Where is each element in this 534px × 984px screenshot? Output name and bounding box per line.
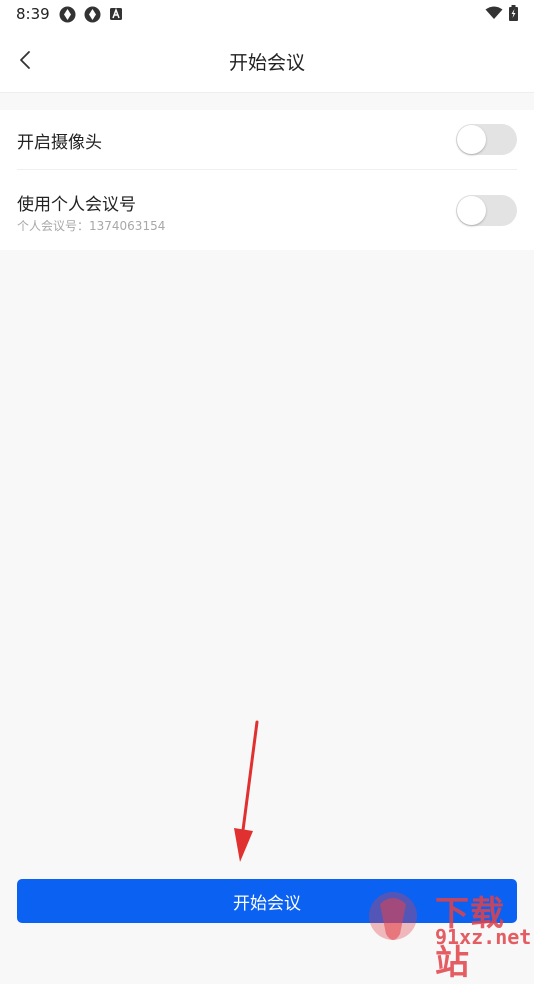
status-time: 8:39 xyxy=(16,5,50,23)
battery-icon xyxy=(509,5,518,21)
camera-setting-row: 开启摄像头 xyxy=(0,110,534,170)
camera-setting-label: 开启摄像头 xyxy=(17,133,102,153)
settings-list: 开启摄像头 使用个人会议号 个人会议号：1374063154 xyxy=(0,110,534,250)
notification-a-icon xyxy=(110,8,122,20)
aperture-icon xyxy=(84,6,101,23)
wifi-icon xyxy=(485,6,503,19)
toggle-knob xyxy=(457,196,486,225)
personal-meeting-id-number: 个人会议号：1374063154 xyxy=(17,219,166,233)
personal-meeting-id-label: 使用个人会议号 xyxy=(17,195,136,215)
personal-meeting-id-toggle[interactable] xyxy=(456,195,517,226)
toggle-knob xyxy=(457,125,486,154)
page-title: 开始会议 xyxy=(228,52,305,74)
status-right xyxy=(485,5,518,21)
annotation-arrow-icon xyxy=(234,720,259,862)
aperture-icon xyxy=(59,6,76,23)
camera-toggle[interactable] xyxy=(456,124,517,155)
watermark-url: 91xz.net xyxy=(435,925,532,949)
status-bar: 8:39 xyxy=(0,0,534,28)
navbar: 开始会议 xyxy=(0,28,534,93)
personal-meeting-id-row: 使用个人会议号 个人会议号：1374063154 xyxy=(0,170,534,250)
